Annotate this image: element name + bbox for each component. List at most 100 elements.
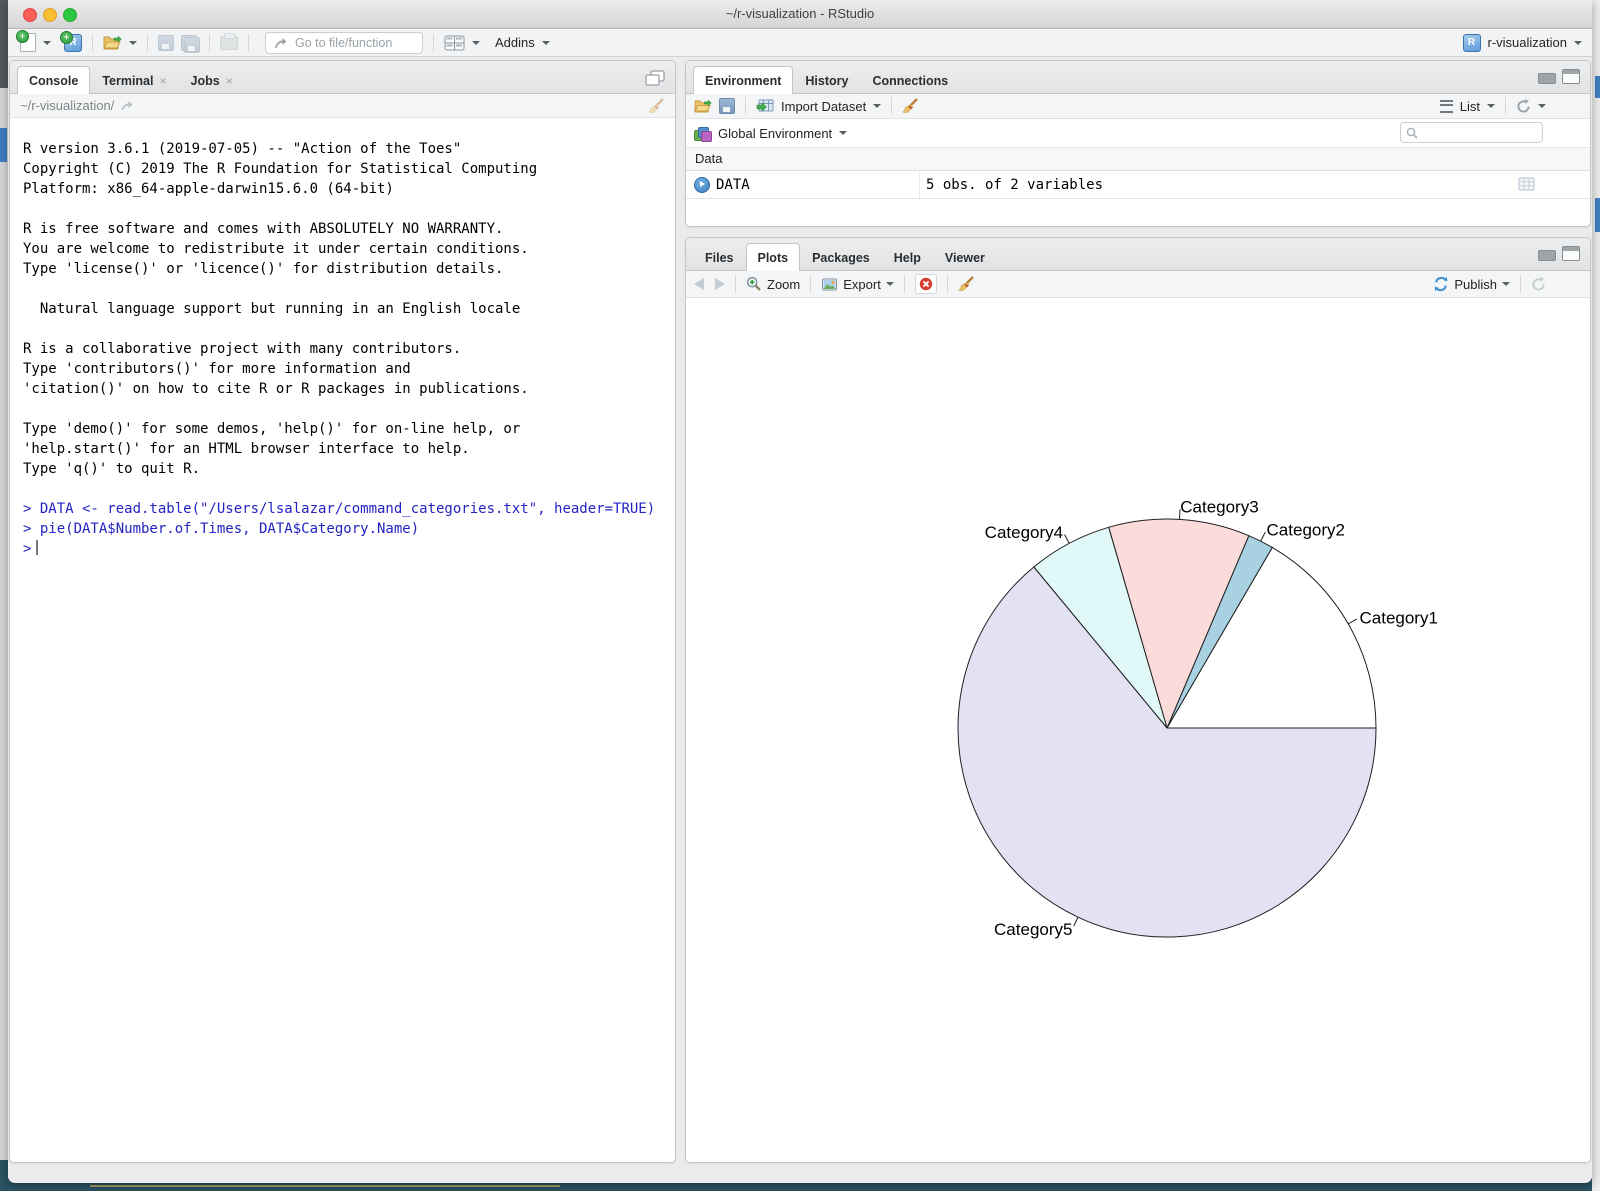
refresh-environment-caret[interactable] [1538,104,1546,108]
view-data-button[interactable] [1518,177,1535,196]
zoom-window-button[interactable] [63,8,77,22]
working-directory-bar: ~/r-visualization/ [10,94,675,118]
tab-plots[interactable]: Plots [746,243,801,271]
pie-label-Category4: Category4 [985,523,1063,542]
goto-directory-icon[interactable] [120,100,133,111]
close-window-button[interactable] [23,8,37,22]
console-output-line: Type 'license()' or 'licence()' for dist… [23,259,675,279]
environment-scope-selector[interactable]: Global Environment [718,126,832,141]
addins-menu[interactable]: Addins [495,35,535,50]
show-panes-icon[interactable] [645,70,665,86]
tab-packages[interactable]: Packages [800,244,882,270]
expand-object-icon[interactable] [694,177,710,193]
tab-jobs[interactable]: Jobs× [179,67,245,93]
list-view-caret[interactable] [1487,104,1495,108]
pane-layout-dropdown-caret[interactable] [472,41,480,45]
addins-dropdown-caret[interactable] [542,41,550,45]
open-folder-icon [103,35,122,50]
new-project-button[interactable]: R+ [64,34,82,52]
environment-scope-caret[interactable] [839,131,847,135]
toolbar-separator [248,34,249,52]
import-dataset-label[interactable]: Import Dataset [781,99,866,114]
goto-file-search[interactable] [265,32,423,54]
environment-object-row[interactable]: DATA 5 obs. of 2 variables [686,171,1590,199]
save-workspace-button[interactable] [719,98,735,114]
project-name[interactable]: r-visualization [1488,35,1567,50]
close-tab-icon[interactable]: × [159,74,166,88]
previous-plot-button[interactable] [694,278,704,290]
save-button[interactable] [158,35,174,51]
list-view-label[interactable]: List [1460,99,1480,114]
import-dataset-caret[interactable] [873,104,881,108]
load-workspace-button[interactable] [694,99,712,113]
console-output[interactable]: R version 3.6.1 (2019-07-05) -- "Action … [10,118,675,559]
object-name: DATA [716,177,750,193]
list-view-icon[interactable] [1440,100,1453,113]
refresh-environment-icon[interactable] [1516,99,1531,114]
save-all-button[interactable] [181,35,199,51]
next-plot-button[interactable] [715,278,725,290]
column-divider [919,171,920,198]
clear-environment-icon[interactable] [902,98,919,114]
refresh-plot-icon[interactable] [1531,277,1546,292]
pie-label-Category1: Category1 [1359,608,1437,627]
console-output-line: Type 'q()' to quit R. [23,459,675,479]
toolbar-separator [810,275,811,293]
console-output-line: Natural language support but running in … [23,299,675,319]
publish-icon [1433,276,1449,292]
environment-pane: Environment History Connections [685,60,1591,227]
clear-console-icon[interactable] [648,98,665,114]
toolbar-separator [947,275,948,293]
tab-label: History [805,74,848,88]
open-folder-icon [694,99,712,113]
tab-terminal[interactable]: Terminal× [90,67,178,93]
console-prompt-line[interactable]: > [23,539,675,559]
minimize-pane-icon[interactable] [1538,73,1556,84]
minimize-window-button[interactable] [43,8,57,22]
pane-layout-icon [444,35,465,51]
zoom-plot-button[interactable]: Zoom [746,276,800,292]
title-bar[interactable]: ~/r-visualization - RStudio [8,0,1592,29]
tab-label: Connections [872,74,948,88]
print-icon [220,36,238,50]
open-file-dropdown-caret[interactable] [129,41,137,45]
console-output-line: R is free software and comes with ABSOLU… [23,219,675,239]
project-dropdown-caret[interactable] [1574,41,1582,45]
tab-connections[interactable]: Connections [860,67,960,93]
background-window-blue-fragment [0,128,7,162]
tab-history[interactable]: History [793,67,860,93]
tab-viewer[interactable]: Viewer [933,244,997,270]
import-dataset-button[interactable] [756,99,774,113]
remove-plot-button[interactable] [915,274,937,294]
project-menu[interactable]: R [1463,34,1481,52]
plots-pane: Files PlotsPackagesHelpViewer Zoom [685,237,1591,1163]
background-window-header-fragment [0,0,8,88]
tab-files[interactable]: Files [693,244,746,270]
goto-file-input[interactable] [293,35,415,51]
toolbar-separator [735,275,736,293]
pie-label-tick [1348,619,1357,624]
console-output-line: 'help.start()' for an HTML browser inter… [23,439,675,459]
tab-help[interactable]: Help [882,244,933,270]
minimize-pane-icon[interactable] [1538,250,1556,261]
print-button[interactable] [220,36,238,50]
export-plot-button[interactable]: Export [821,277,894,292]
maximize-pane-icon[interactable] [1562,69,1580,84]
maximize-pane-icon[interactable] [1562,246,1580,261]
new-file-button[interactable]: + [20,33,36,52]
console-output-line: Type 'contributors()' for more informati… [23,359,675,379]
clear-all-plots-icon[interactable] [958,276,975,292]
new-file-dropdown-caret[interactable] [43,41,51,45]
close-tab-icon[interactable]: × [226,74,233,88]
environment-search-input[interactable] [1422,125,1537,141]
tab-label: Files [705,251,734,265]
tab-environment[interactable]: Environment [693,66,793,94]
environment-search-box[interactable] [1400,122,1543,143]
export-caret [886,282,894,286]
open-file-button[interactable] [103,35,122,50]
tab-console[interactable]: Console [17,66,90,94]
new-file-icon: + [20,33,36,52]
publish-plot-button[interactable]: Publish [1433,276,1510,292]
desktop-background-accent [90,1185,560,1187]
pane-layout-button[interactable] [444,35,465,51]
